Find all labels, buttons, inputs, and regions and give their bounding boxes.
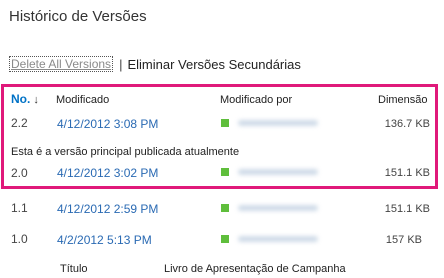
presence-online-icon [221, 119, 229, 127]
major-version-note: Esta é a versão principal publicada atua… [11, 146, 240, 158]
version-size: 136.7 KB [384, 118, 430, 130]
version-size: 157 KB [385, 234, 422, 246]
version-date-link[interactable]: 4/12/2012 2:59 PM [57, 202, 158, 216]
sort-descending-icon: ↓ [33, 94, 39, 106]
version-number: 1.0 [11, 232, 28, 246]
delete-minor-versions-button[interactable]: Eliminar Versões Secundárias [127, 57, 300, 72]
toolbar-separator: | [119, 56, 123, 72]
column-header-size[interactable]: Dimensão [378, 94, 428, 106]
user-name-redacted [238, 205, 318, 211]
presence-online-icon [221, 168, 229, 176]
version-number: 2.0 [11, 166, 28, 180]
modified-by-user[interactable] [221, 168, 318, 176]
version-date-link[interactable]: 4/12/2012 3:08 PM [57, 117, 158, 131]
version-size: 151.1 KB [384, 167, 430, 179]
presence-online-icon [221, 204, 229, 212]
modified-by-user[interactable] [221, 204, 318, 212]
user-name-redacted [238, 169, 318, 175]
property-title-label: Título [60, 263, 88, 275]
column-header-modified[interactable]: Modificado [56, 94, 109, 106]
version-number: 1.1 [11, 201, 28, 215]
column-header-modified-by[interactable]: Modificado por [220, 94, 292, 106]
version-date-link[interactable]: 4/2/2012 5:13 PM [57, 233, 152, 247]
delete-all-versions-button[interactable]: Delete All Versions [9, 56, 114, 72]
modified-by-user[interactable] [221, 235, 318, 243]
version-date-link[interactable]: 4/12/2012 3:02 PM [57, 166, 158, 180]
column-header-number-label[interactable]: No. [11, 92, 30, 106]
version-size: 151.1 KB [384, 203, 430, 215]
user-name-redacted [238, 236, 318, 242]
page-title: Histórico de Versões [9, 8, 147, 25]
toolbar: Delete All Versions | Eliminar Versões S… [9, 56, 301, 72]
property-title-value: Livro de Apresentação de Campanha [164, 263, 346, 275]
user-name-redacted [238, 120, 318, 126]
presence-online-icon [221, 235, 229, 243]
version-number: 2.2 [11, 116, 28, 130]
modified-by-user[interactable] [221, 119, 318, 127]
column-header-number[interactable]: No. ↓ [11, 92, 39, 106]
